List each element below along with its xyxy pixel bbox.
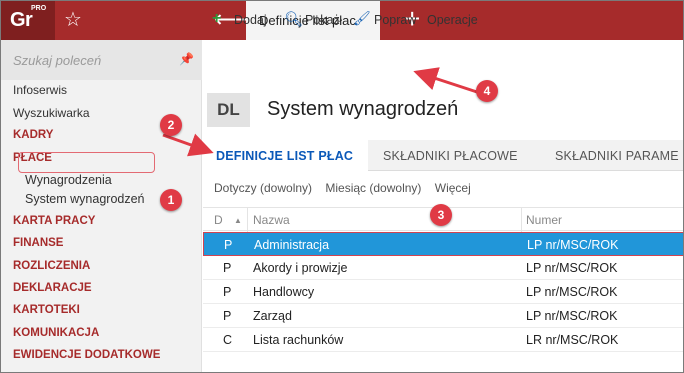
sort-asc-icon[interactable]: ▲ <box>234 216 242 225</box>
sidebar-item[interactable]: KOMUNIKACJA <box>13 327 99 339</box>
column-divider[interactable] <box>247 208 248 232</box>
module-badge: DL <box>207 93 250 127</box>
cell-nazwa: Zarząd <box>253 309 292 323</box>
page-title: System wynagrodzeń <box>267 98 459 120</box>
table-row[interactable]: P Handlowcy LP nr/MSC/ROK <box>203 280 683 304</box>
filter-miesiac[interactable]: Miesiąc (dowolny) <box>325 181 421 195</box>
filter-dotyczy[interactable]: Dotyczy (dowolny) <box>214 181 312 195</box>
callout-1: 1 <box>160 189 182 211</box>
table-row[interactable]: P Administracja LP nr/MSC/ROK <box>203 232 683 256</box>
cell-numer: LR nr/MSC/ROK <box>526 333 619 347</box>
sidebar-item[interactable]: Wynagrodzenia <box>25 173 112 187</box>
column-header-d[interactable]: D <box>214 213 223 227</box>
table-row[interactable]: P Zarząd LP nr/MSC/ROK <box>203 304 683 328</box>
cell-d: P <box>223 309 232 323</box>
app-logo[interactable]: Gr PRO <box>1 1 55 40</box>
sidebar-item[interactable]: Wyszukiwarka <box>13 106 90 120</box>
title-bar: Gr PRO ☆ ⟵ Definicje list płac + <box>1 1 683 40</box>
cell-numer: LP nr/MSC/ROK <box>527 238 619 252</box>
search-input[interactable]: Szukaj poleceń <box>13 53 101 68</box>
edit-button[interactable]: Popraw <box>374 13 416 27</box>
cell-nazwa: Administracja <box>254 238 330 252</box>
sidebar-item[interactable]: KARTOTEKI <box>13 304 80 316</box>
pin-icon[interactable]: 📌 <box>179 52 194 66</box>
operations-menu[interactable]: Operacje <box>427 13 478 27</box>
table-row[interactable]: P Akordy i prowizje LP nr/MSC/ROK <box>203 256 683 280</box>
cell-d: P <box>224 238 233 252</box>
cell-nazwa: Akordy i prowizje <box>253 261 348 275</box>
callout-4: 4 <box>476 80 498 102</box>
cell-numer: LP nr/MSC/ROK <box>526 261 618 275</box>
column-divider[interactable] <box>521 208 522 232</box>
app-window: Gr PRO ☆ ⟵ Definicje list płac + Szukaj … <box>0 0 684 373</box>
sidebar-item[interactable]: KADRY <box>13 129 53 141</box>
cell-numer: LP nr/MSC/ROK <box>526 285 618 299</box>
show-button[interactable]: Pokaż <box>305 13 340 27</box>
sidebar-item[interactable]: Infoserwis <box>13 83 67 97</box>
favorite-star-icon[interactable]: ☆ <box>64 7 82 32</box>
add-button[interactable]: Dodaj <box>234 13 267 27</box>
command-search[interactable]: Szukaj poleceń 📌 <box>1 40 202 80</box>
cell-numer: LP nr/MSC/ROK <box>526 309 618 323</box>
tab-strip: DEFINICJE LIST PŁAC SKŁADNIKI PŁACOWE SK… <box>203 140 683 171</box>
add-plus-icon[interactable]: + <box>212 10 221 28</box>
logo-sup: PRO <box>31 5 47 12</box>
sidebar-item[interactable]: EWIDENCJE DODATKOWE <box>13 349 160 361</box>
callout-3: 3 <box>430 204 452 226</box>
cell-nazwa: Lista rachunków <box>253 333 344 347</box>
logo-text: Gr <box>10 9 33 31</box>
cell-nazwa: Handlowcy <box>253 285 315 299</box>
cell-d: P <box>223 261 232 275</box>
toolbar <box>203 40 683 80</box>
callout-2: 2 <box>160 114 182 136</box>
filter-wiecej[interactable]: Więcej <box>435 181 471 195</box>
tab-definicje-list-plac-section[interactable]: DEFINICJE LIST PŁAC <box>216 149 353 163</box>
cell-d: P <box>223 285 232 299</box>
sidebar-item[interactable]: System wynagrodzeń <box>25 192 145 206</box>
cell-d: C <box>223 333 233 347</box>
brush-icon[interactable]: 🖌︎ <box>353 10 371 27</box>
sidebar-item[interactable]: ROZLICZENIA <box>13 260 90 272</box>
filter-bar: Dotyczy (dowolny) Miesiąc (dowolny) Więc… <box>214 181 481 195</box>
selection-highlight <box>18 152 155 173</box>
search-icon[interactable]: 🔍︎ <box>284 10 303 28</box>
tab-skladniki-placowe[interactable]: SKŁADNIKI PŁACOWE <box>383 149 518 163</box>
column-header-nazwa[interactable]: Nazwa <box>253 213 290 227</box>
column-header-numer[interactable]: Numer <box>526 213 562 227</box>
sidebar-item[interactable]: FINANSE <box>13 237 63 249</box>
tab-skladniki-parametryczne[interactable]: SKŁADNIKI PARAME <box>555 149 679 163</box>
sidebar-item[interactable]: KARTA PRACY <box>13 215 95 227</box>
table-row[interactable]: C Lista rachunków LR nr/MSC/ROK <box>203 328 683 352</box>
sidebar-item[interactable]: DEKLARACJE <box>13 282 92 294</box>
